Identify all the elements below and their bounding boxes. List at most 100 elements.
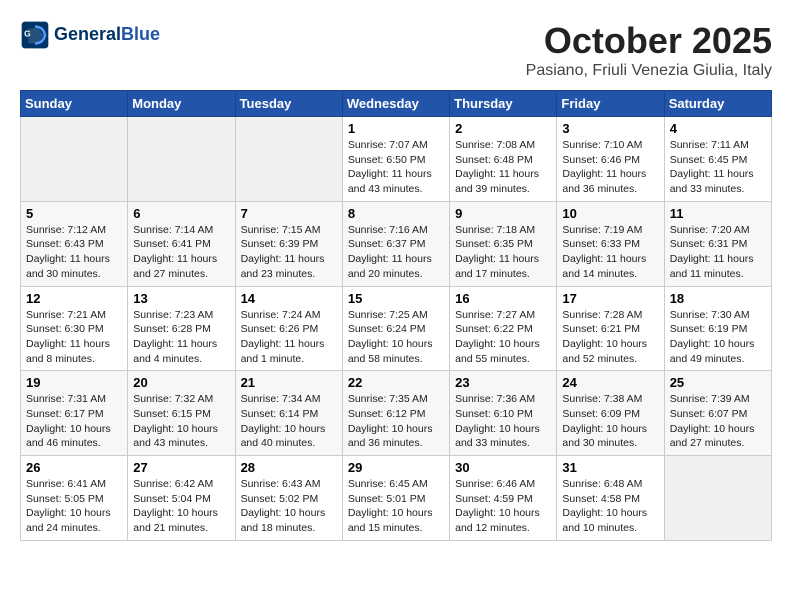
- weekday-header-friday: Friday: [557, 91, 664, 117]
- day-info: Sunrise: 7:30 AM Sunset: 6:19 PM Dayligh…: [670, 308, 766, 367]
- calendar-cell: 20 Sunrise: 7:32 AM Sunset: 6:15 PM Dayli…: [128, 371, 235, 456]
- calendar-cell: 28 Sunrise: 6:43 AM Sunset: 5:02 PM Dayli…: [235, 456, 342, 541]
- day-number: 28: [241, 460, 337, 475]
- day-number: 17: [562, 291, 658, 306]
- day-info: Sunrise: 7:28 AM Sunset: 6:21 PM Dayligh…: [562, 308, 658, 367]
- day-number: 18: [670, 291, 766, 306]
- day-info: Sunrise: 7:14 AM Sunset: 6:41 PM Dayligh…: [133, 223, 229, 282]
- calendar-cell: 25Sunrise: 7:39 AM Sunset: 6:07 PM Dayli…: [664, 371, 771, 456]
- calendar-cell: 24 Sunrise: 7:38 AM Sunset: 6:09 PM Dayli…: [557, 371, 664, 456]
- day-number: 12: [26, 291, 122, 306]
- day-number: 24: [562, 375, 658, 390]
- weekday-header-wednesday: Wednesday: [342, 91, 449, 117]
- day-info: Sunrise: 7:16 AM Sunset: 6:37 PM Dayligh…: [348, 223, 444, 282]
- day-info: Sunrise: 7:20 AM Sunset: 6:31 PM Dayligh…: [670, 223, 766, 282]
- calendar-cell: [664, 456, 771, 541]
- day-info: Sunrise: 6:42 AM Sunset: 5:04 PM Dayligh…: [133, 477, 229, 536]
- day-info: Sunrise: 7:11 AM Sunset: 6:45 PM Dayligh…: [670, 138, 766, 197]
- day-number: 2: [455, 121, 551, 136]
- calendar-cell: 30 Sunrise: 6:46 AM Sunset: 4:59 PM Dayli…: [450, 456, 557, 541]
- day-info: Sunrise: 7:38 AM Sunset: 6:09 PM Dayligh…: [562, 392, 658, 451]
- calendar-cell: 12Sunrise: 7:21 AM Sunset: 6:30 PM Dayli…: [21, 286, 128, 371]
- day-info: Sunrise: 7:25 AM Sunset: 6:24 PM Dayligh…: [348, 308, 444, 367]
- day-info: Sunrise: 7:24 AM Sunset: 6:26 PM Dayligh…: [241, 308, 337, 367]
- calendar-cell: 13 Sunrise: 7:23 AM Sunset: 6:28 PM Dayli…: [128, 286, 235, 371]
- day-info: Sunrise: 7:18 AM Sunset: 6:35 PM Dayligh…: [455, 223, 551, 282]
- day-number: 20: [133, 375, 229, 390]
- calendar-cell: 23Sunrise: 7:36 AM Sunset: 6:10 PM Dayli…: [450, 371, 557, 456]
- calendar-cell: 5Sunrise: 7:12 AM Sunset: 6:43 PM Daylig…: [21, 201, 128, 286]
- calendar-cell: 29 Sunrise: 6:45 AM Sunset: 5:01 PM Dayli…: [342, 456, 449, 541]
- title-block: October 2025 Pasiano, Friuli Venezia Giu…: [526, 20, 772, 80]
- calendar-subtitle: Pasiano, Friuli Venezia Giulia, Italy: [526, 62, 772, 80]
- day-number: 8: [348, 206, 444, 221]
- week-row-2: 5Sunrise: 7:12 AM Sunset: 6:43 PM Daylig…: [21, 201, 772, 286]
- logo: G GeneralBlue: [20, 20, 160, 50]
- svg-text:G: G: [24, 29, 30, 39]
- day-number: 4: [670, 121, 766, 136]
- logo-text: GeneralBlue: [54, 24, 160, 46]
- page-container: G GeneralBlue October 2025 Pasiano, Friu…: [0, 0, 792, 551]
- week-row-3: 12Sunrise: 7:21 AM Sunset: 6:30 PM Dayli…: [21, 286, 772, 371]
- day-number: 9: [455, 206, 551, 221]
- day-info: Sunrise: 7:35 AM Sunset: 6:12 PM Dayligh…: [348, 392, 444, 451]
- day-info: Sunrise: 7:32 AM Sunset: 6:15 PM Dayligh…: [133, 392, 229, 451]
- day-info: Sunrise: 6:46 AM Sunset: 4:59 PM Dayligh…: [455, 477, 551, 536]
- header: G GeneralBlue October 2025 Pasiano, Friu…: [20, 20, 772, 80]
- day-number: 29: [348, 460, 444, 475]
- day-info: Sunrise: 7:12 AM Sunset: 6:43 PM Dayligh…: [26, 223, 122, 282]
- day-info: Sunrise: 7:10 AM Sunset: 6:46 PM Dayligh…: [562, 138, 658, 197]
- calendar-cell: 26 Sunrise: 6:41 AM Sunset: 5:05 PM Dayli…: [21, 456, 128, 541]
- day-number: 22: [348, 375, 444, 390]
- day-number: 19: [26, 375, 122, 390]
- day-number: 10: [562, 206, 658, 221]
- day-number: 30: [455, 460, 551, 475]
- day-number: 25: [670, 375, 766, 390]
- weekday-header-monday: Monday: [128, 91, 235, 117]
- day-info: Sunrise: 6:43 AM Sunset: 5:02 PM Dayligh…: [241, 477, 337, 536]
- week-row-1: 1Sunrise: 7:07 AM Sunset: 6:50 PM Daylig…: [21, 117, 772, 202]
- calendar-cell: 19 Sunrise: 7:31 AM Sunset: 6:17 PM Dayli…: [21, 371, 128, 456]
- calendar-cell: 18 Sunrise: 7:30 AM Sunset: 6:19 PM Dayli…: [664, 286, 771, 371]
- calendar-cell: 16Sunrise: 7:27 AM Sunset: 6:22 PM Dayli…: [450, 286, 557, 371]
- logo-icon: G: [20, 20, 50, 50]
- day-info: Sunrise: 7:19 AM Sunset: 6:33 PM Dayligh…: [562, 223, 658, 282]
- calendar-cell: 4 Sunrise: 7:11 AM Sunset: 6:45 PM Daylig…: [664, 117, 771, 202]
- day-number: 27: [133, 460, 229, 475]
- day-number: 6: [133, 206, 229, 221]
- week-row-5: 26 Sunrise: 6:41 AM Sunset: 5:05 PM Dayli…: [21, 456, 772, 541]
- day-info: Sunrise: 7:07 AM Sunset: 6:50 PM Dayligh…: [348, 138, 444, 197]
- day-info: Sunrise: 7:08 AM Sunset: 6:48 PM Dayligh…: [455, 138, 551, 197]
- weekday-header-sunday: Sunday: [21, 91, 128, 117]
- day-info: Sunrise: 7:34 AM Sunset: 6:14 PM Dayligh…: [241, 392, 337, 451]
- calendar-cell: 3Sunrise: 7:10 AM Sunset: 6:46 PM Daylig…: [557, 117, 664, 202]
- day-number: 11: [670, 206, 766, 221]
- day-number: 14: [241, 291, 337, 306]
- calendar-cell: 11 Sunrise: 7:20 AM Sunset: 6:31 PM Dayli…: [664, 201, 771, 286]
- weekday-header-thursday: Thursday: [450, 91, 557, 117]
- day-number: 15: [348, 291, 444, 306]
- day-number: 26: [26, 460, 122, 475]
- day-number: 16: [455, 291, 551, 306]
- day-info: Sunrise: 7:31 AM Sunset: 6:17 PM Dayligh…: [26, 392, 122, 451]
- calendar-cell: 15 Sunrise: 7:25 AM Sunset: 6:24 PM Dayli…: [342, 286, 449, 371]
- calendar-cell: [21, 117, 128, 202]
- day-info: Sunrise: 6:41 AM Sunset: 5:05 PM Dayligh…: [26, 477, 122, 536]
- day-info: Sunrise: 7:36 AM Sunset: 6:10 PM Dayligh…: [455, 392, 551, 451]
- day-info: Sunrise: 7:23 AM Sunset: 6:28 PM Dayligh…: [133, 308, 229, 367]
- calendar-cell: 22 Sunrise: 7:35 AM Sunset: 6:12 PM Dayli…: [342, 371, 449, 456]
- day-number: 21: [241, 375, 337, 390]
- calendar-cell: [235, 117, 342, 202]
- calendar-cell: 27 Sunrise: 6:42 AM Sunset: 5:04 PM Dayli…: [128, 456, 235, 541]
- calendar-cell: [128, 117, 235, 202]
- calendar-title: October 2025: [526, 20, 772, 62]
- calendar-table: SundayMondayTuesdayWednesdayThursdayFrid…: [20, 90, 772, 541]
- calendar-cell: 10 Sunrise: 7:19 AM Sunset: 6:33 PM Dayli…: [557, 201, 664, 286]
- calendar-cell: 9 Sunrise: 7:18 AM Sunset: 6:35 PM Daylig…: [450, 201, 557, 286]
- calendar-cell: 14 Sunrise: 7:24 AM Sunset: 6:26 PM Dayli…: [235, 286, 342, 371]
- day-info: Sunrise: 6:45 AM Sunset: 5:01 PM Dayligh…: [348, 477, 444, 536]
- calendar-cell: 1Sunrise: 7:07 AM Sunset: 6:50 PM Daylig…: [342, 117, 449, 202]
- calendar-cell: 17 Sunrise: 7:28 AM Sunset: 6:21 PM Dayli…: [557, 286, 664, 371]
- day-number: 13: [133, 291, 229, 306]
- day-info: Sunrise: 6:48 AM Sunset: 4:58 PM Dayligh…: [562, 477, 658, 536]
